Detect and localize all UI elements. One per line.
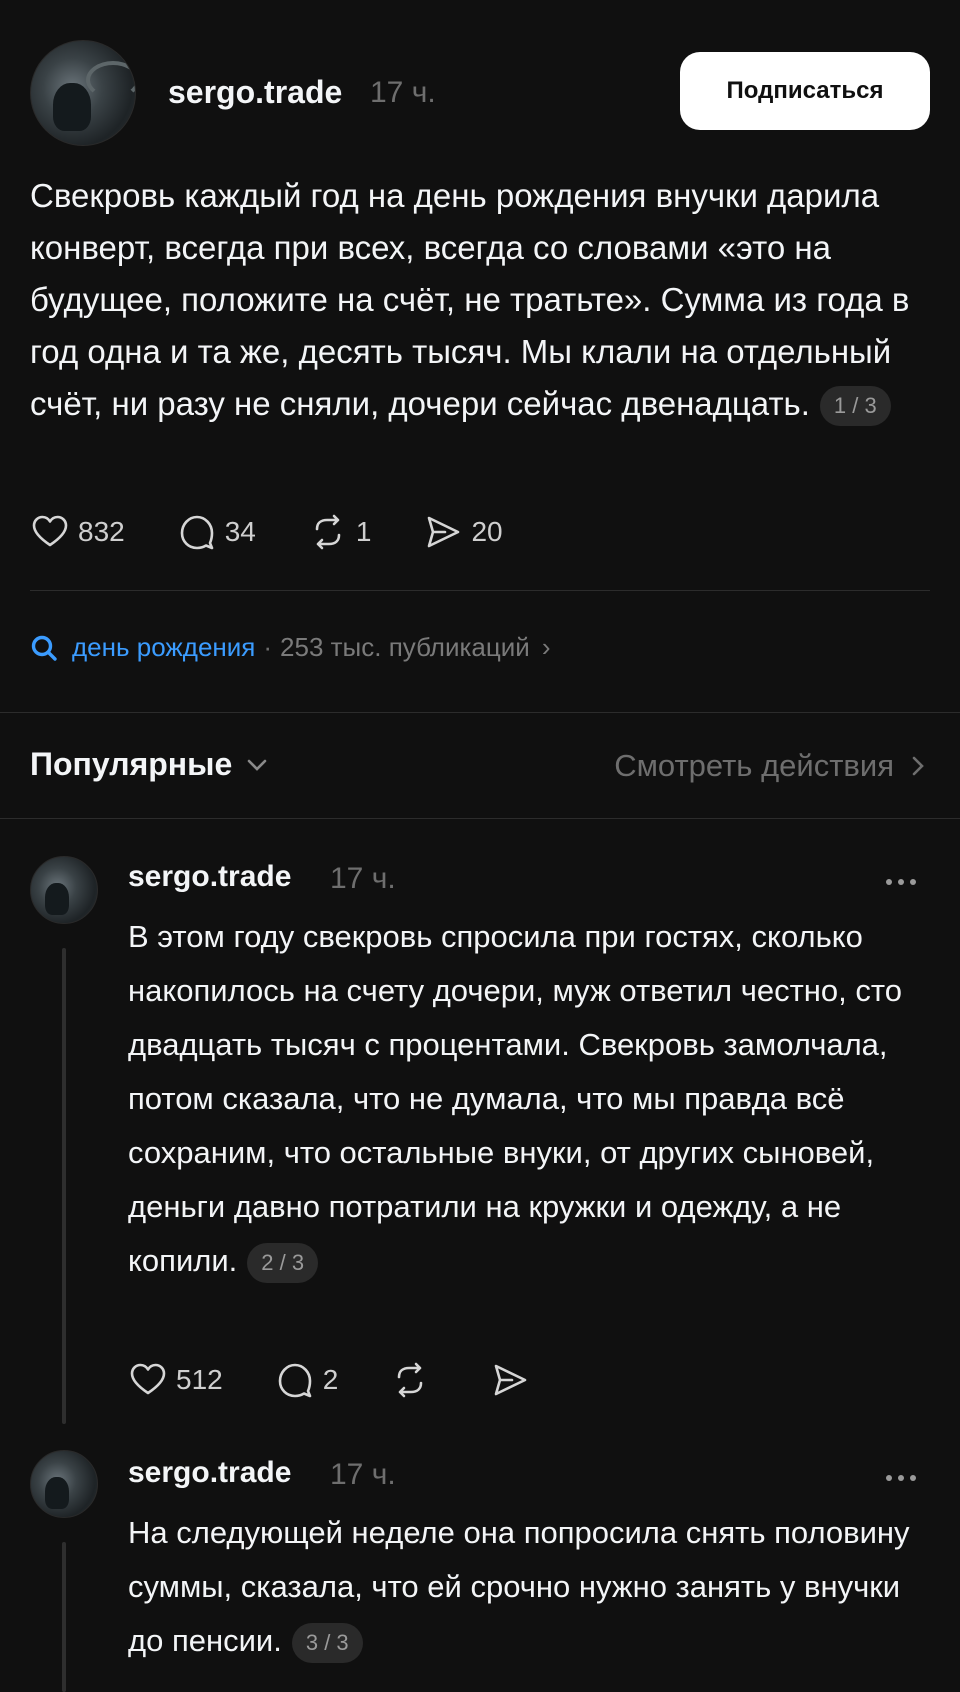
thread-line [62,948,66,1424]
thread-line [62,1542,66,1692]
part-badge: 2 / 3 [247,1242,319,1283]
reply-text: На следующей неделе она попросила снять … [128,1515,910,1658]
reply-text: В этом году свекровь спросила при гостях… [128,919,902,1278]
comment-button[interactable]: 2 [275,1360,339,1400]
reply-text-block: В этом году свекровь спросила при гостях… [128,910,928,1288]
reply-username[interactable]: sergo.trade [128,1456,291,1490]
comment-count: 2 [322,1364,339,1395]
like-button[interactable]: 512 [128,1360,223,1400]
more-icon[interactable] [886,1468,922,1481]
part-badge: 3 / 3 [291,1622,363,1663]
reply-username[interactable]: sergo.trade [128,860,291,894]
like-count: 512 [176,1364,223,1395]
reply-actions: 512 2 [128,1360,590,1400]
thread-page: sergo.trade 17 ч. Подписаться Свекровь к… [0,0,960,1692]
repost-icon [397,1362,423,1398]
share-button[interactable] [490,1360,538,1400]
repost-button[interactable] [390,1360,438,1400]
comment-icon [278,1363,312,1398]
reply-text-block: На следующей неделе она попросила снять … [128,1506,928,1668]
avatar[interactable] [30,856,98,924]
reply-item: sergo.trade 17 ч. В этом году свекровь с… [0,0,960,1692]
share-icon [494,1364,527,1396]
reply-time: 17 ч. [330,1458,396,1491]
reply-time: 17 ч. [330,862,396,895]
avatar[interactable] [30,1450,98,1518]
heart-icon [130,1363,166,1395]
more-icon[interactable] [886,872,922,885]
